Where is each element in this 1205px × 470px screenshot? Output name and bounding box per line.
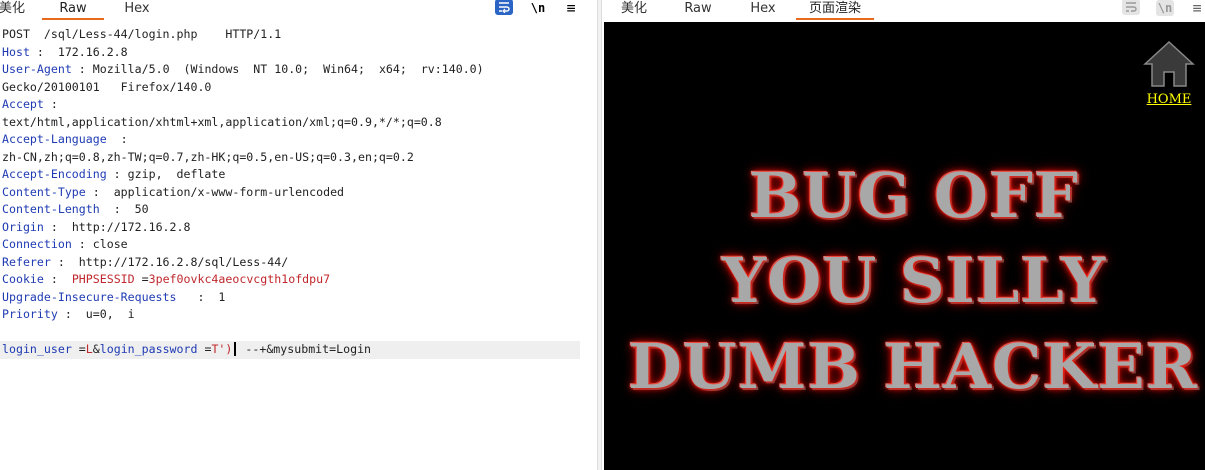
header-line: Gecko/20100101 Firefox/140.0 — [2, 79, 597, 97]
request-body: login_user =L&login_password =T') --+&my… — [0, 341, 580, 359]
header-sep: : — [106, 132, 128, 146]
header-line: Accept-Language : — [2, 131, 597, 149]
header-sep: : — [71, 237, 93, 251]
request-editor-pane: 美化 Raw Hex \n ≡ POST /sql/Less-44/login.… — [0, 0, 597, 470]
header-name: Priority — [2, 307, 58, 321]
header-line: Upgrade-Insecure-Requests : 1 — [2, 289, 597, 307]
cookie-eq: = — [134, 272, 149, 286]
body-value-user: L — [85, 342, 93, 356]
header-value: close — [92, 237, 128, 251]
header-sep: : — [176, 289, 219, 304]
text-cursor — [234, 342, 237, 356]
header-name: Accept-Language — [2, 132, 107, 146]
header-line: Referer : http://172.16.2.8/sql/Less-44/ — [2, 254, 597, 272]
header-name: Accept — [2, 97, 44, 111]
wrap-lines-icon[interactable] — [495, 0, 513, 15]
header-name: Referer — [2, 254, 51, 269]
cookie-value: 3pef0ovkc4aeocvcgth1ofdpu7 — [148, 272, 331, 286]
header-name: Cookie — [2, 272, 44, 286]
header-name: Accept-Encoding — [2, 167, 107, 181]
header-name: Origin — [2, 219, 44, 234]
header-line: User-Agent : Mozilla/5.0 (Windows NT 10.… — [2, 61, 597, 79]
rendered-page: BUG OFF YOU SILLY DUMB HACKER HOME — [604, 22, 1205, 470]
header-value: 172.16.2.8 — [57, 44, 128, 59]
tab-pretty[interactable]: 美化 — [0, 0, 32, 20]
tab-hex[interactable]: Hex — [744, 0, 782, 20]
header-name: User-Agent — [2, 62, 72, 76]
header-value: u=0, i — [85, 307, 135, 321]
banner-line-1: BUG OFF — [749, 159, 1080, 232]
cookie-name: PHPSESSID — [71, 272, 135, 286]
body-eq: = — [71, 342, 86, 356]
header-name: Connection — [2, 237, 72, 251]
header-sep: : — [43, 219, 72, 234]
header-sep: : — [57, 307, 86, 321]
request-line: POST /sql/Less-44/login.php HTTP/1.1 — [2, 27, 282, 41]
header-name: Content-Type — [2, 184, 86, 199]
banner-line-3: DUMB HACKER — [628, 330, 1199, 403]
header-value: http://172.16.2.8/sql/Less-44/ — [78, 254, 289, 269]
header-value: Mozilla/5.0 (Windows NT 10.0; Win64; x64… — [92, 62, 484, 76]
tab-raw[interactable]: Raw — [42, 0, 104, 20]
header-line: Content-Type : application/x-www-form-ur… — [2, 184, 597, 202]
tab-pretty[interactable]: 美化 — [616, 0, 652, 20]
body-rest: --+&mysubmit=Login — [238, 342, 372, 356]
header-value: gzip, deflate — [127, 167, 226, 181]
body-amp: & — [92, 342, 100, 356]
right-tabbar: 美化 Raw Hex 页面渲染 \n ≡ — [602, 0, 1205, 20]
header-sep: : — [99, 202, 135, 216]
header-value: http://172.16.2.8 — [71, 219, 191, 234]
header-line: text/html,application/xhtml+xml,applicat… — [2, 114, 597, 132]
header-sep: : — [43, 272, 72, 286]
tab-render[interactable]: 页面渲染 — [796, 0, 874, 20]
header-line: Priority : u=0, i — [2, 306, 597, 324]
tab-raw[interactable]: Raw — [678, 0, 718, 20]
header-sep: : — [50, 254, 79, 269]
wrap-lines-icon[interactable] — [1122, 0, 1140, 15]
body-value-password: T') — [211, 342, 233, 356]
header-value: text/html,application/xhtml+xml,applicat… — [2, 114, 442, 129]
header-line: Connection : close — [2, 236, 597, 254]
tab-hex[interactable]: Hex — [112, 0, 162, 20]
newline-toggle-icon[interactable]: \n — [1156, 0, 1174, 16]
newline-toggle-icon[interactable]: \n — [529, 0, 547, 16]
header-sep: : — [43, 97, 58, 111]
header-value: Gecko/20100101 Firefox/140.0 — [2, 79, 212, 94]
body-param-user: login_user — [2, 342, 72, 356]
header-name: Host — [2, 44, 30, 59]
header-line: Accept-Encoding : gzip, deflate — [2, 166, 597, 184]
header-value: 50 — [134, 202, 149, 216]
body-eq: = — [197, 342, 212, 356]
header-value: 1 — [218, 289, 226, 304]
header-sep: : — [106, 167, 128, 181]
left-tabbar: 美化 Raw Hex \n ≡ — [0, 0, 597, 20]
header-value: zh-CN,zh;q=0.8,zh-TW;q=0.7,zh-HK;q=0.5,e… — [2, 149, 414, 164]
header-sep: : — [85, 184, 114, 199]
header-line: Host : 172.16.2.8 — [2, 44, 597, 62]
header-line: Cookie : PHPSESSID =3pef0ovkc4aeocvcgth1… — [2, 271, 597, 289]
banner-image: BUG OFF YOU SILLY DUMB HACKER — [604, 22, 1205, 470]
home-nav[interactable]: HOME — [1141, 40, 1197, 107]
home-icon[interactable] — [1142, 40, 1196, 88]
header-line: Origin : http://172.16.2.8 — [2, 219, 597, 237]
response-pane: 美化 Raw Hex 页面渲染 \n ≡ BUG OFF YOU SILLY D… — [602, 0, 1205, 470]
menu-icon[interactable]: ≡ — [562, 0, 580, 16]
body-param-password: login_password — [99, 342, 198, 356]
header-value: application/x-www-form-urlencoded — [113, 184, 345, 199]
header-sep: : — [29, 44, 58, 59]
header-name: Content-Length — [2, 202, 100, 216]
header-line: zh-CN,zh;q=0.8,zh-TW;q=0.7,zh-HK;q=0.5,e… — [2, 149, 597, 167]
raw-request[interactable]: POST /sql/Less-44/login.php HTTP/1.1 Hos… — [0, 26, 597, 359]
header-line: Accept : — [2, 96, 597, 114]
menu-icon[interactable]: ≡ — [1188, 0, 1205, 16]
header-sep: : — [71, 62, 93, 76]
header-line: Content-Length : 50 — [2, 201, 597, 219]
header-name: Upgrade-Insecure-Requests — [2, 289, 177, 304]
banner-line-2: YOU SILLY — [722, 244, 1107, 317]
home-link[interactable]: HOME — [1141, 92, 1197, 107]
